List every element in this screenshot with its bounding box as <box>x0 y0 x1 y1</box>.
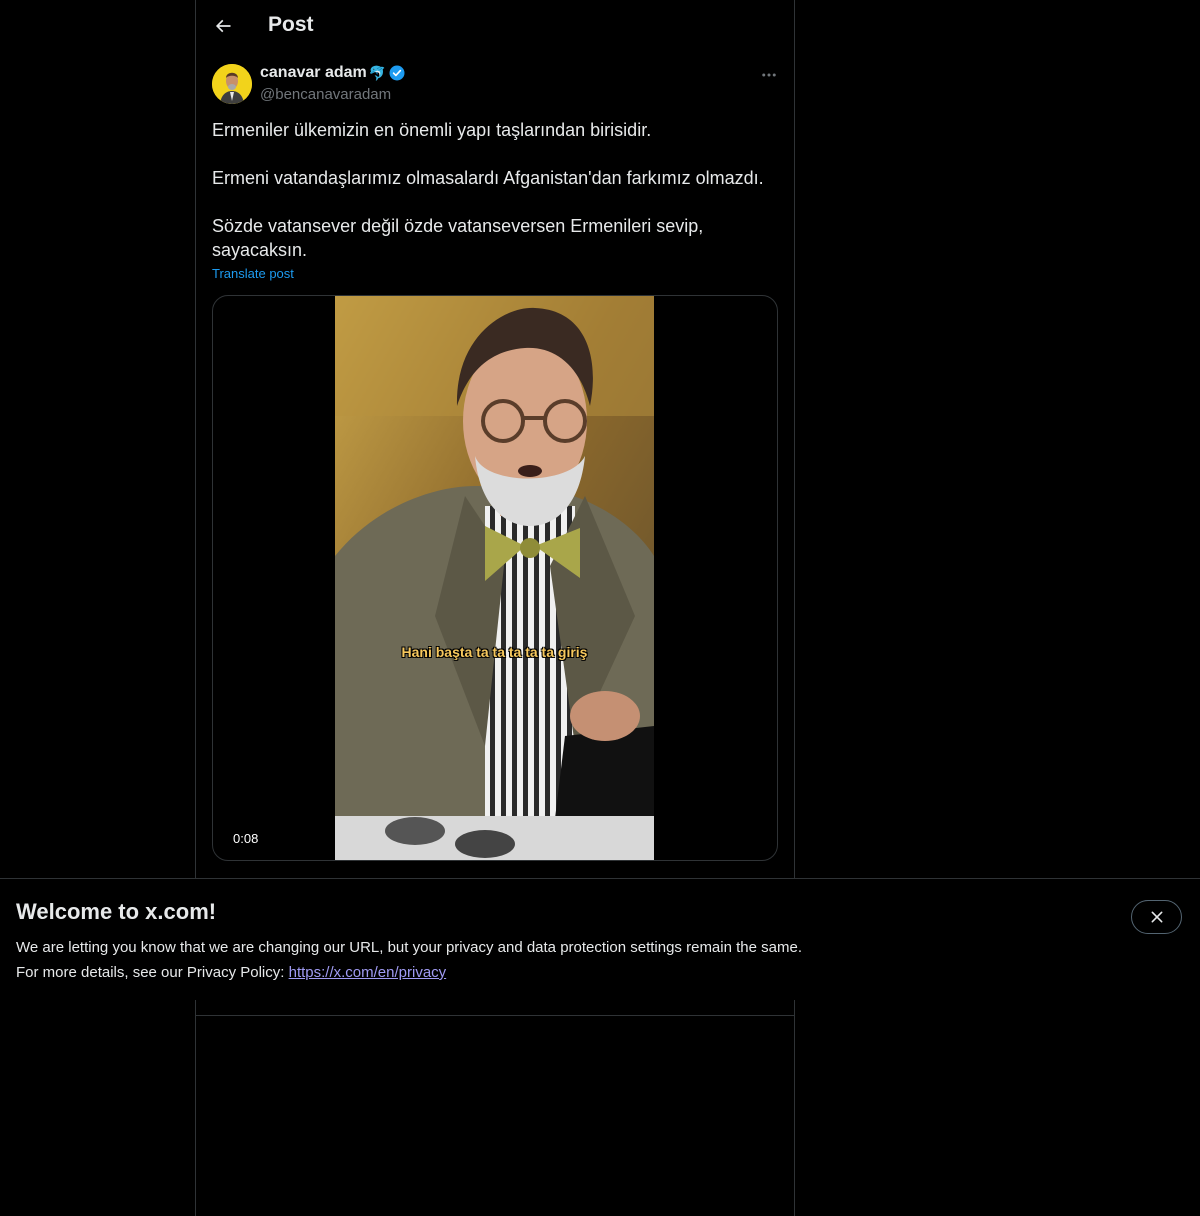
video-subtitle: Hani başta ta ta ta ta ta giriş <box>401 644 588 660</box>
post-paragraph: Ermeni vatandaşlarımız olmasalardı Afgan… <box>212 168 764 188</box>
video-timestamp: 0:08 <box>233 831 259 846</box>
top-bar: Post <box>196 0 794 54</box>
more-options-button[interactable] <box>756 62 782 88</box>
divider <box>196 1015 794 1016</box>
author-emoji: 🐬 <box>368 64 387 81</box>
post-paragraph: Ermeniler ülkemizin en önemli yapı taşla… <box>212 120 652 140</box>
welcome-banner: Welcome to x.com! We are letting you kno… <box>0 878 1200 1000</box>
video-frame[interactable]: Hani başta ta ta ta ta ta giriş <box>335 296 654 860</box>
avatar-portrait <box>212 64 252 104</box>
privacy-policy-link[interactable]: https://x.com/en/privacy <box>289 964 447 981</box>
video-player[interactable]: Hani başta ta ta ta ta ta giriş 0:08 <box>212 295 778 861</box>
banner-line-1: We are letting you know that we are chan… <box>16 939 802 956</box>
arrow-left-icon <box>215 19 231 33</box>
verified-badge-icon <box>389 65 405 81</box>
more-horizontal-icon <box>762 73 776 77</box>
back-button[interactable] <box>206 9 240 43</box>
post-paragraph: Sözde vatansever değil özde vatanseverse… <box>212 216 704 260</box>
banner-line-2: For more details, see our Privacy Policy… <box>16 960 802 985</box>
translate-post-link[interactable]: Translate post <box>212 266 294 281</box>
banner-line-2-prefix: For more details, see our Privacy Policy… <box>16 964 285 981</box>
video-still <box>335 296 654 860</box>
banner-body: We are letting you know that we are chan… <box>16 935 802 985</box>
author-name-text: canavar adam <box>260 64 367 81</box>
close-icon <box>1151 911 1162 923</box>
banner-title: Welcome to x.com! <box>16 899 217 924</box>
avatar[interactable] <box>212 64 252 104</box>
post-text: Ermeniler ülkemizin en önemli yapı taşla… <box>212 118 772 262</box>
page-title: Post <box>268 13 314 36</box>
close-banner-button[interactable] <box>1131 900 1182 934</box>
author-handle[interactable]: @bencanavaradam <box>260 86 391 103</box>
main-column: Post canavar adam 🐬 @bencanavaradam Erme… <box>195 0 795 1216</box>
author-name[interactable]: canavar adam 🐬 <box>260 64 406 82</box>
